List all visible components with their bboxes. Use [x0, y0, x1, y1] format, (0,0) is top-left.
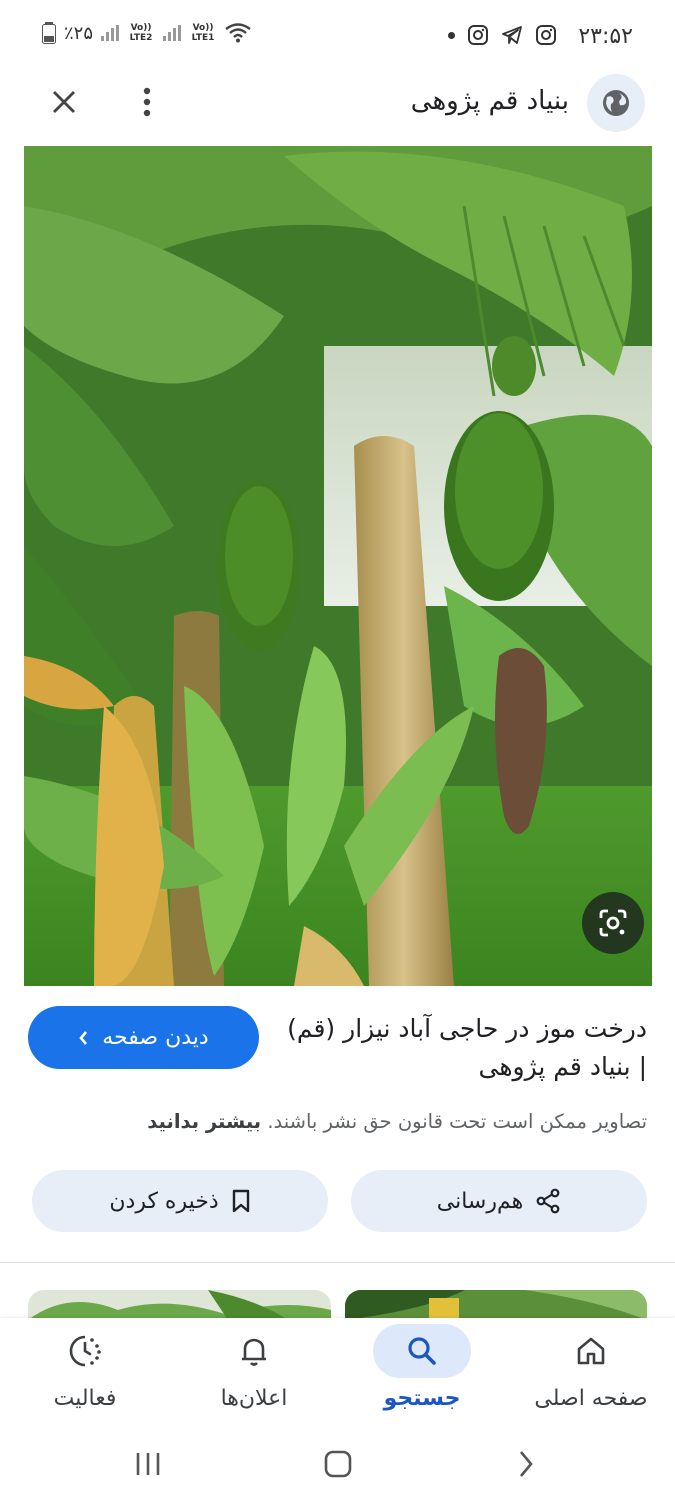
home-icon	[577, 1337, 605, 1365]
more-vert-icon	[143, 87, 151, 117]
back-system-button[interactable]	[496, 1444, 556, 1484]
status-bar: ٪۲۵ Vo)) LTE2 Vo)) LTE1 ۲۳:۵۲	[0, 0, 675, 76]
nav-icon-container	[542, 1324, 640, 1378]
bookmark-icon	[232, 1189, 249, 1213]
signal-icon-2	[163, 25, 182, 41]
instagram-icon-2	[536, 25, 556, 45]
save-button[interactable]: ذخیره کردن	[32, 1170, 328, 1232]
system-navigation-bar	[0, 1428, 675, 1500]
chevron-left-icon	[79, 1030, 88, 1045]
banana-trees-photo	[24, 146, 652, 986]
activity-icon	[69, 1335, 101, 1367]
site-title[interactable]: بنیاد قم پژوهی	[411, 86, 569, 116]
learn-more-link[interactable]: بیشتر بدانید	[147, 1110, 261, 1133]
nav-item-activity[interactable]: فعالیت	[1, 1318, 169, 1428]
battery-icon	[42, 22, 56, 44]
copyright-text: تصاویر ممکن است تحت قانون حق نشر باشند.	[267, 1110, 647, 1133]
notification-icons	[448, 24, 557, 46]
battery-level: ٪۲۵	[64, 22, 94, 44]
recent-apps-button[interactable]	[118, 1444, 178, 1484]
share-label: هم‌رسانی	[436, 1188, 524, 1214]
bottom-navigation: صفحه اصلی جستجو اعلان‌ها فعالیت	[0, 1318, 675, 1428]
related-image-thumbnail[interactable]	[28, 1290, 331, 1320]
nav-label-home: صفحه اصلی	[534, 1386, 648, 1411]
nav-icon-container	[36, 1324, 134, 1378]
google-lens-icon	[599, 909, 627, 937]
nav-item-home[interactable]: صفحه اصلی	[507, 1318, 675, 1428]
globe-icon	[603, 90, 629, 116]
visit-page-button[interactable]: دیدن صفحه	[28, 1006, 259, 1069]
instagram-icon	[468, 25, 488, 45]
status-left: ٪۲۵ Vo)) LTE2 Vo)) LTE1	[42, 22, 251, 44]
more-options-button[interactable]	[130, 82, 164, 122]
result-caption[interactable]: درخت موز در حاجی آباد نیزار (قم) | بنیاد…	[287, 1010, 647, 1086]
section-divider	[0, 1262, 675, 1263]
home-square-icon	[324, 1450, 352, 1478]
nav-icon-container	[373, 1324, 471, 1378]
chevron-right-icon	[520, 1451, 533, 1477]
close-button[interactable]	[44, 82, 84, 122]
site-favicon	[587, 74, 645, 132]
telegram-icon	[502, 26, 522, 44]
nav-icon-container	[205, 1324, 303, 1378]
search-icon	[408, 1337, 436, 1365]
nav-label-search: جستجو	[383, 1386, 461, 1411]
nav-label-activity: فعالیت	[53, 1386, 117, 1411]
close-icon	[53, 91, 75, 113]
share-button[interactable]: هم‌رسانی	[351, 1170, 647, 1232]
sim1-label: Vo)) LTE2	[129, 23, 153, 43]
related-photo	[28, 1290, 331, 1320]
related-image-thumbnail[interactable]	[345, 1290, 647, 1320]
clock: ۲۳:۵۲	[578, 24, 633, 49]
nav-item-search[interactable]: جستجو	[338, 1318, 506, 1428]
share-icon	[536, 1188, 560, 1214]
bell-icon	[242, 1338, 266, 1366]
dot-icon	[448, 31, 455, 39]
nav-item-notifications[interactable]: اعلان‌ها	[170, 1318, 338, 1428]
wifi-icon	[225, 23, 251, 43]
nav-label-notifications: اعلان‌ها	[220, 1386, 288, 1411]
related-photo	[345, 1290, 647, 1320]
sim2-label: Vo)) LTE1	[191, 23, 215, 43]
visit-label: دیدن صفحه	[102, 1025, 209, 1050]
signal-icon	[101, 25, 120, 41]
home-system-button[interactable]	[308, 1444, 368, 1484]
viewer-header: بنیاد قم پژوهی	[0, 70, 675, 136]
result-image[interactable]	[24, 146, 652, 986]
save-label: ذخیره کردن	[109, 1188, 219, 1214]
lens-search-button[interactable]	[582, 892, 644, 954]
recents-icon	[136, 1453, 160, 1475]
copyright-notice: تصاویر ممکن است تحت قانون حق نشر باشند. …	[147, 1110, 647, 1133]
